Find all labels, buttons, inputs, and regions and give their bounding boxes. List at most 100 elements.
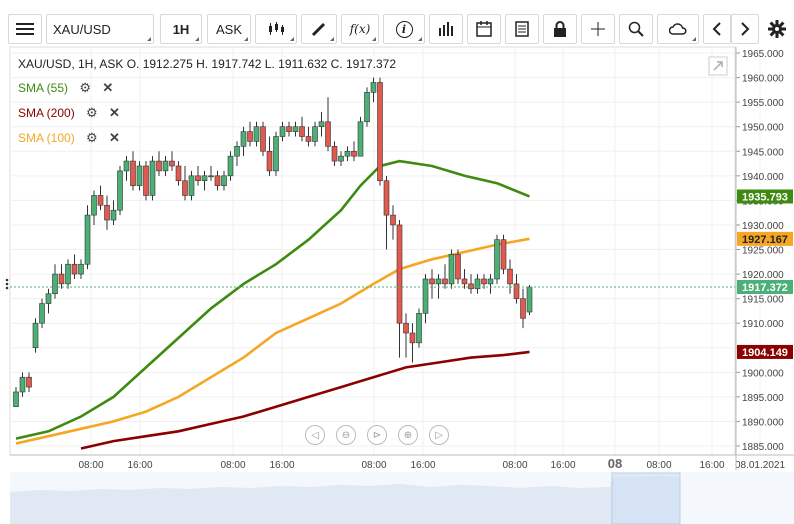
price-tick-label: 1925.000 <box>742 246 784 257</box>
candle-body <box>422 278 429 314</box>
candle-body <box>26 376 32 388</box>
candle-body <box>331 146 338 162</box>
candle-body <box>507 268 513 285</box>
ohlc-readout: XAU/USD, 1H, ASK O. 1912.275 H. 1917.742… <box>18 57 397 71</box>
candle-body <box>117 170 123 211</box>
candle-body <box>526 286 533 313</box>
time-tick-label: 08 <box>608 456 622 471</box>
candle-body <box>435 278 442 285</box>
candle-body <box>149 160 156 196</box>
candle-body <box>429 278 435 285</box>
close-icon[interactable]: ✕ <box>102 80 113 96</box>
pan-left-button[interactable]: ◁ <box>305 425 325 445</box>
candle-body <box>416 313 422 344</box>
candle-body <box>19 376 26 393</box>
price-tick-label: 1920.000 <box>742 270 784 281</box>
candle-body <box>58 273 65 285</box>
zoom-out-icon: ⊖ <box>341 429 351 441</box>
price-tick-label: 1955.000 <box>742 98 784 109</box>
candle-body <box>286 126 292 132</box>
candle-body <box>344 150 351 157</box>
candle-body <box>312 126 318 142</box>
candle-body <box>188 175 195 196</box>
candle-body <box>461 278 468 285</box>
reset-icon: ⊳ <box>372 429 382 441</box>
time-tick-label: 16:00 <box>550 460 575 471</box>
candle-body <box>156 160 162 172</box>
candle-body <box>396 224 403 324</box>
close-icon[interactable]: ✕ <box>109 105 120 121</box>
candle-body <box>455 254 461 280</box>
candle-body <box>383 180 390 216</box>
candle-body <box>299 126 305 137</box>
candle-body <box>175 165 182 182</box>
time-tick-label: 08:00 <box>502 460 527 471</box>
price-tag-label: 1917.372 <box>742 282 788 294</box>
candle-body <box>130 160 136 186</box>
candle-body <box>266 150 273 172</box>
legend-label: SMA (55) <box>18 81 69 95</box>
pan-right-button[interactable]: ▷ <box>429 425 449 445</box>
candle-body <box>260 126 266 152</box>
price-chart[interactable]: 1965.000 1960.000 1955.000 1950.000 1945.000… <box>0 0 794 524</box>
price-tick-label: 1950.000 <box>742 123 784 134</box>
candle-body <box>370 82 377 93</box>
time-tick-label: 08:00 <box>220 460 245 471</box>
gear-icon[interactable]: ⚙ <box>86 130 98 146</box>
price-tick-label: 1900.000 <box>742 368 784 379</box>
candle-body <box>32 322 39 349</box>
candle-body <box>234 146 240 157</box>
candle-body <box>409 332 416 344</box>
candle-body <box>136 165 143 186</box>
candle-body <box>65 263 71 285</box>
price-tick-label: 1895.000 <box>742 393 784 404</box>
candle-body <box>39 303 45 324</box>
zoom-out-button[interactable]: ⊖ <box>336 425 356 445</box>
time-axis: 08:00 16:00 08:00 16:00 08:00 16:00 08:00 16:00… <box>78 456 785 471</box>
gear-icon[interactable]: ⚙ <box>79 80 91 96</box>
candle-body <box>520 298 526 319</box>
legend-sma-55[interactable]: SMA (55) ⚙ ✕ <box>18 80 113 96</box>
candle-body <box>279 126 286 137</box>
candle-body <box>247 131 253 142</box>
candle-body <box>214 175 221 186</box>
price-tag-label: 1935.793 <box>742 191 788 203</box>
candle-body <box>318 121 325 127</box>
candle-body <box>351 150 357 157</box>
candle-body <box>468 283 474 290</box>
time-tick-label: 16:00 <box>410 460 435 471</box>
close-icon[interactable]: ✕ <box>109 130 120 146</box>
candle-body <box>377 82 383 182</box>
candle-body <box>182 180 188 196</box>
triangle-right-icon: ▷ <box>435 429 443 441</box>
candle-body <box>500 239 507 270</box>
candle-body <box>240 131 247 147</box>
price-tick-label: 1940.000 <box>742 172 784 183</box>
reset-button[interactable]: ⊳ <box>367 425 387 445</box>
candle-body <box>78 263 84 275</box>
navigator-window[interactable] <box>611 472 681 524</box>
candle-body <box>221 175 227 186</box>
candle-body <box>52 273 58 295</box>
legend-sma-100[interactable]: SMA (100) ⚙ ✕ <box>18 130 120 146</box>
candle-body <box>442 278 448 285</box>
candle-body <box>123 160 130 172</box>
candle-body <box>91 195 97 216</box>
price-tick-label: 1910.000 <box>742 319 784 330</box>
candle-body <box>71 263 78 275</box>
price-tick-label: 1915.000 <box>742 295 784 306</box>
time-tick-label: 16:00 <box>269 460 294 471</box>
price-tick-label: 1945.000 <box>742 147 784 158</box>
candle-body <box>104 204 110 221</box>
candle-body <box>292 126 299 132</box>
candle-body <box>390 214 396 226</box>
drag-handle[interactable] <box>5 278 9 290</box>
legend-label: SMA (100) <box>18 131 75 145</box>
candle-body <box>162 160 169 172</box>
gear-icon[interactable]: ⚙ <box>86 105 98 121</box>
legend-sma-200[interactable]: SMA (200) ⚙ ✕ <box>18 105 120 121</box>
price-tick-label: 1890.000 <box>742 417 784 428</box>
zoom-in-button[interactable]: ⊕ <box>398 425 418 445</box>
expand-icon[interactable] <box>708 56 728 76</box>
candle-body <box>143 165 149 196</box>
